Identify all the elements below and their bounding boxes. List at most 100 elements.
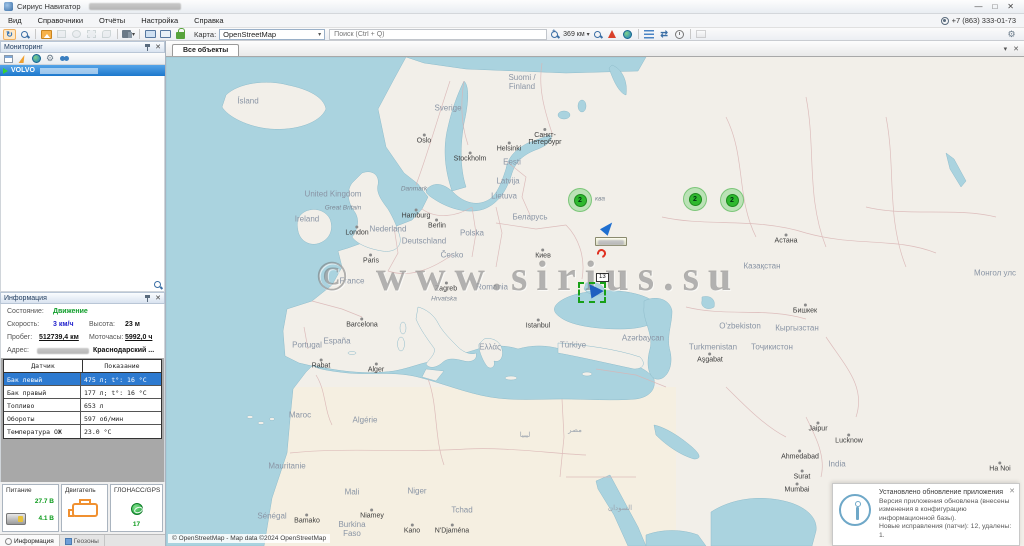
lock-icon[interactable] [174, 29, 187, 40]
map-tab-close-icon[interactable]: ✕ [1013, 45, 1019, 53]
gear-icon[interactable]: ⚙ [45, 54, 55, 63]
selected-vehicle-count: 13 [596, 273, 609, 282]
pin-icon[interactable] [145, 44, 150, 51]
binoculars-icon[interactable] [59, 54, 69, 63]
map-canvas[interactable]: ÍslandSverigeSuomi / FinlandEestiLatvija… [166, 57, 1024, 546]
monitoring-toolbar: ⚙ [0, 53, 165, 65]
tab-information[interactable]: Информация [0, 535, 60, 546]
scale-chevron-icon[interactable]: ▾ [587, 31, 590, 38]
geozone-tool-icon-3 [85, 29, 98, 40]
search-box [329, 29, 547, 40]
hours-value[interactable]: 5992,0 ч [125, 334, 152, 341]
sensor-table-header: Датчик Показание [4, 360, 161, 373]
notification-close-icon[interactable]: ✕ [1009, 487, 1015, 495]
map-scale-value[interactable]: 369 км [563, 31, 585, 38]
settings-gear-icon[interactable]: ⚙ [1008, 29, 1021, 40]
app-icon [4, 2, 13, 11]
bottom-tabs: Информация Геозоны [0, 534, 165, 546]
selected-vehicle-marker[interactable] [578, 282, 606, 303]
sensor-area: Датчик Показание Бак левый475 л; t°: 16 … [0, 358, 165, 482]
menu-settings[interactable]: Настройка [133, 14, 186, 27]
sensor-row[interactable]: Температура ОЖ23.0 °C [4, 425, 161, 438]
sensor-row[interactable]: Бак правый177 л; t°: 16 °C [4, 386, 161, 399]
title-bar: Сириус Навигатор — □ ✕ [0, 0, 1024, 14]
info-close-icon[interactable]: ✕ [155, 295, 161, 302]
maximize-button[interactable]: □ [992, 1, 997, 13]
address-value: Краснодарский ... [93, 347, 154, 354]
zoom-in-icon[interactable] [548, 29, 561, 40]
report-window2-icon[interactable] [159, 29, 172, 40]
status-boxes: Питание 27.7 В 4.1 В Двигатель ГЛОНАСС/G… [0, 482, 165, 534]
sensor-col-name: Датчик [4, 360, 83, 372]
list-search-icon[interactable] [154, 281, 161, 288]
engine-icon [72, 503, 98, 517]
menu-help[interactable]: Справка [186, 14, 231, 27]
hours-label: Моточасы: [89, 334, 124, 341]
power-label: Питание [6, 487, 32, 494]
monitoring-list[interactable] [0, 76, 165, 292]
vehicle-dropdown-icon[interactable]: ▾ [122, 29, 135, 40]
mileage-label: Пробег: [7, 334, 32, 341]
cluster-marker[interactable]: 2 [568, 188, 592, 212]
power-main-voltage: 27.7 В [35, 498, 54, 505]
layout-icon[interactable] [3, 54, 13, 63]
quick-actions-icon[interactable] [17, 54, 27, 63]
minimize-button[interactable]: — [974, 1, 982, 13]
geozones-tab-icon [65, 538, 72, 545]
map-image-icon[interactable] [40, 29, 53, 40]
cluster-count: 2 [693, 196, 697, 203]
zoom-object-icon[interactable] [18, 29, 31, 40]
info-pin-icon[interactable] [145, 295, 150, 302]
power-box: Питание 27.7 В 4.1 В [2, 484, 59, 532]
vehicle-row[interactable]: VOLVO [0, 65, 165, 76]
notification-line1: Версия приложения обновлена (внесены изм… [879, 498, 1014, 523]
menu-reports[interactable]: Отчёты [91, 14, 133, 27]
monitoring-panel-header: Мониторинг ✕ [0, 41, 165, 53]
geozone-tool-icon-2 [70, 29, 83, 40]
sensor-row[interactable]: Топливо653 л [4, 399, 161, 412]
map-provider-select[interactable]: OpenStreetMap ▾ [219, 29, 325, 40]
information-tab-icon [5, 538, 12, 545]
cluster-marker[interactable]: 2 [720, 188, 744, 212]
tab-geozones[interactable]: Геозоны [60, 535, 105, 546]
sensor-value: 177 л; t°: 16 °C [81, 386, 161, 398]
notification-line2: Новые исправления (патчи): 12, удалены: … [879, 523, 1014, 540]
state-value: Движение [53, 308, 88, 315]
routes-icon[interactable]: ⇄ [658, 29, 671, 40]
search-input[interactable] [330, 31, 546, 38]
sensor-name: Бак левый [4, 373, 81, 385]
sensor-row[interactable]: Бак левый475 л; t°: 16 °C [4, 373, 161, 386]
history-clock-icon[interactable] [673, 29, 686, 40]
redacted-title-text [89, 3, 181, 10]
menu-directories[interactable]: Справочники [30, 14, 91, 27]
engine-label: Двигатель [65, 487, 96, 494]
monitor-globe-icon[interactable] [31, 54, 41, 63]
follow-object-icon[interactable]: ↻ [3, 29, 16, 40]
sensor-row[interactable]: Обороты597 об/мин [4, 412, 161, 425]
cluster-marker[interactable]: 2 [683, 187, 707, 211]
info-panel-header: Информация ✕ [0, 292, 165, 304]
support-phone: +7 (863) 333-01-73 [952, 16, 1016, 25]
information-tab-label: Информация [14, 538, 54, 545]
menu-view[interactable]: Вид [0, 14, 30, 27]
vehicle-name: VOLVO [11, 67, 35, 74]
object-list-icon[interactable] [643, 29, 656, 40]
moving-status-icon [3, 68, 8, 74]
close-button[interactable]: ✕ [1007, 1, 1014, 13]
sensor-table: Датчик Показание Бак левый475 л; t°: 16 … [3, 359, 162, 439]
report-window-icon[interactable] [144, 29, 157, 40]
sensor-value: 653 л [81, 399, 161, 411]
speed-value: 3 км/ч [53, 321, 74, 328]
zoom-out-icon[interactable] [591, 29, 604, 40]
tab-all-objects[interactable]: Все объекты [172, 44, 239, 56]
sensor-value: 23.0 °C [81, 425, 161, 438]
monitoring-close-icon[interactable]: ✕ [155, 44, 161, 51]
center-map-icon[interactable] [606, 29, 619, 40]
mileage-value[interactable]: 512739,4 км [39, 334, 79, 341]
power-backup-voltage: 4.1 В [38, 515, 54, 522]
map-attribution[interactable]: © OpenStreetMap - Map data ©2024 OpenStr… [168, 534, 330, 543]
chevron-down-icon: ▾ [318, 31, 321, 38]
tab-list-chevron-icon[interactable]: ▾ [1004, 45, 1008, 53]
globe-icon[interactable] [621, 29, 634, 40]
vehicle-name-plate[interactable] [595, 237, 627, 246]
